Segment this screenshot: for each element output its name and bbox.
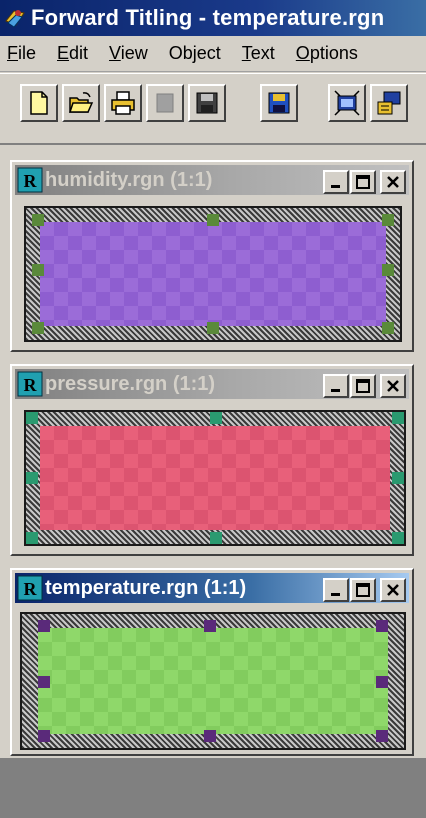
menu-options[interactable]: Options [295,41,359,66]
export-icon [377,91,401,115]
resize-handle[interactable] [382,264,394,276]
resize-handle[interactable] [207,322,219,334]
disabled-button[interactable] [146,84,184,122]
resize-handle[interactable] [32,322,44,334]
minimize-button[interactable] [323,374,349,398]
app-logo-icon [5,10,25,28]
app-title: Forward Titling - temperature.rgn [31,5,385,30]
pressure-canvas[interactable] [24,410,406,546]
resize-handle[interactable] [376,676,388,688]
open-icon [68,92,94,113]
minimize-button[interactable] [323,578,349,602]
maximize-icon [356,583,370,597]
resize-handle[interactable] [38,620,50,632]
temperature-region[interactable] [38,628,388,734]
close-icon [387,584,399,596]
resize-handle[interactable] [376,620,388,632]
close-button[interactable] [380,170,406,194]
humidity-canvas[interactable] [24,206,402,342]
toolbar [0,73,426,145]
temperature-window[interactable]: R temperature.rgn (1:1) [10,568,414,756]
resize-handle[interactable] [32,264,44,276]
menu-object[interactable]: Object [168,41,222,66]
resize-handle[interactable] [376,730,388,742]
pressure-region[interactable] [40,426,390,530]
close-icon [387,380,399,392]
resize-handle[interactable] [210,412,222,424]
maximize-button[interactable] [350,374,376,398]
resize-handle[interactable] [38,730,50,742]
temperature-canvas[interactable] [20,612,406,750]
resize-handle[interactable] [392,532,404,544]
resize-handle[interactable] [392,412,404,424]
resize-handle[interactable] [38,676,50,688]
transmit-button[interactable] [328,84,366,122]
mdi-empty-area [0,758,426,818]
minimize-button[interactable] [323,170,349,194]
resize-handle[interactable] [382,322,394,334]
resize-handle[interactable] [26,412,38,424]
transmit-icon [334,90,360,116]
maximize-button[interactable] [350,170,376,194]
save-as-icon [268,92,290,114]
resize-handle[interactable] [204,620,216,632]
menu-text[interactable]: Text [241,41,276,66]
new-button[interactable] [20,84,58,122]
resize-handle[interactable] [32,214,44,226]
minimize-icon [331,389,340,392]
menu-file[interactable]: File [6,41,37,66]
svg-text:R: R [24,171,38,191]
app-title-bar[interactable]: Forward Titling - temperature.rgn [0,0,426,36]
resize-handle[interactable] [26,472,38,484]
pressure-window[interactable]: R pressure.rgn (1:1) [10,364,414,556]
new-icon [30,91,48,115]
save-as-button[interactable] [260,84,298,122]
maximize-icon [356,175,370,189]
print-icon [111,91,135,115]
save-icon [196,92,218,114]
disabled-icon [156,93,174,113]
close-button[interactable] [380,578,406,602]
resize-handle[interactable] [204,730,216,742]
minimize-icon [331,593,340,596]
humidity-region[interactable] [40,222,386,326]
resize-handle[interactable] [210,532,222,544]
close-icon [387,176,399,188]
maximize-icon [356,379,370,393]
close-button[interactable] [380,374,406,398]
resize-handle[interactable] [26,532,38,544]
resize-handle[interactable] [382,214,394,226]
region-file-icon: R [17,371,43,397]
print-button[interactable] [104,84,142,122]
export-button[interactable] [370,84,408,122]
resize-handle[interactable] [392,472,404,484]
region-file-icon: R [17,167,43,193]
open-button[interactable] [62,84,100,122]
menu-view[interactable]: View [108,41,149,66]
svg-text:R: R [24,579,38,599]
maximize-button[interactable] [350,578,376,602]
resize-handle[interactable] [207,214,219,226]
svg-text:R: R [24,375,38,395]
region-file-icon: R [17,575,43,601]
minimize-icon [331,185,340,188]
menu-bar: File Edit View Object Text Options [0,36,426,72]
save-button[interactable] [188,84,226,122]
menu-edit[interactable]: Edit [56,41,89,66]
humidity-window[interactable]: R humidity.rgn (1:1) [10,160,414,352]
